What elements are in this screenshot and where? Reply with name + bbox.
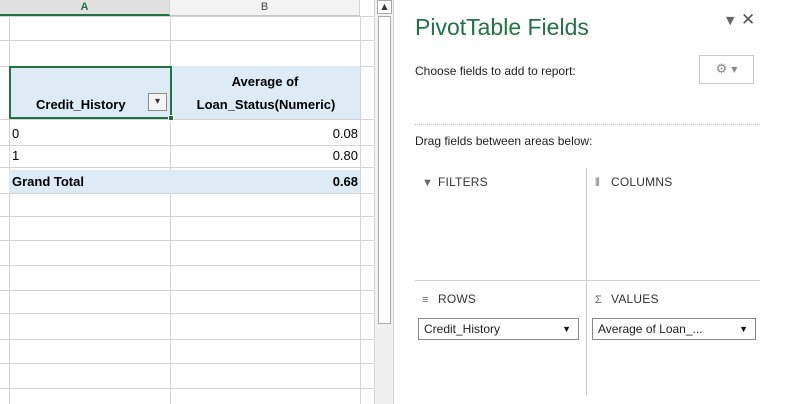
filter-dropdown-icon[interactable]: ▾ <box>148 93 167 111</box>
column-header-a[interactable]: A <box>0 0 170 16</box>
pivot-row-value[interactable]: 0.08 <box>172 126 358 141</box>
chevron-down-icon[interactable]: ▼ <box>739 319 748 339</box>
fill-handle[interactable] <box>168 115 174 121</box>
column-header-b[interactable]: B <box>170 0 360 16</box>
chevron-down-icon[interactable]: ▼ <box>562 319 571 339</box>
values-area[interactable]: Σ VALUES <box>595 292 659 306</box>
gear-icon: ⚙ <box>715 62 728 77</box>
tools-button[interactable]: ⚙ ▼ <box>699 55 754 84</box>
pivot-row-value[interactable]: 0.80 <box>172 148 358 163</box>
filters-area[interactable]: ▼ FILTERS <box>422 175 488 189</box>
filter-funnel-icon: ▼ <box>422 177 434 189</box>
close-icon[interactable]: ✕ <box>741 10 755 30</box>
area-divider-horizontal <box>415 280 760 281</box>
columns-bars-icon: ⦀ <box>595 177 601 189</box>
rows-lines-icon: ≡ <box>422 294 429 306</box>
section-divider <box>415 124 760 125</box>
pivot-value-header-line1[interactable]: Average of <box>170 74 360 89</box>
scroll-up-arrow-icon[interactable]: ▲ <box>377 0 392 14</box>
pane-options-arrow-icon[interactable]: ▼ <box>726 14 734 27</box>
pivot-row-label[interactable]: 0 <box>12 126 19 141</box>
rows-field-credit-history[interactable]: Credit_History ▼ <box>418 318 579 340</box>
columns-area[interactable]: ⦀ COLUMNS <box>595 175 672 190</box>
rows-area[interactable]: ≡ ROWS <box>422 292 476 306</box>
pivot-row-label[interactable]: 1 <box>12 148 19 163</box>
values-field-label: Average of Loan_... <box>598 322 703 336</box>
pivot-value-header-line2[interactable]: Loan_Status(Numeric) <box>172 97 360 112</box>
values-field-average-loan-status[interactable]: Average of Loan_... ▼ <box>592 318 756 340</box>
values-area-label: VALUES <box>611 292 659 306</box>
drag-fields-label: Drag fields between areas below: <box>415 134 593 148</box>
grand-total-label[interactable]: Grand Total <box>12 174 84 189</box>
rows-field-label: Credit_History <box>424 322 501 336</box>
choose-fields-label: Choose fields to add to report: <box>415 64 576 78</box>
sigma-icon: Σ <box>595 294 602 306</box>
grand-total-value[interactable]: 0.68 <box>172 174 358 189</box>
rows-area-label: ROWS <box>438 292 477 306</box>
scroll-thumb[interactable] <box>378 16 391 324</box>
worksheet-grid[interactable]: A B Credit_History ▾ Average of Loan_Sta… <box>0 0 374 404</box>
chevron-down-icon: ▼ <box>731 65 738 74</box>
filters-area-label: FILTERS <box>438 175 488 189</box>
pane-title: PivotTable Fields <box>415 14 589 40</box>
vertical-scrollbar[interactable]: ▲ <box>374 0 394 404</box>
pivottable-fields-pane: PivotTable Fields ▼ ✕ Choose fields to a… <box>398 0 798 404</box>
pivot-row-header[interactable]: Credit_History <box>36 97 126 112</box>
columns-area-label: COLUMNS <box>611 175 673 189</box>
gridlines <box>0 16 374 404</box>
area-divider-vertical <box>586 168 587 396</box>
